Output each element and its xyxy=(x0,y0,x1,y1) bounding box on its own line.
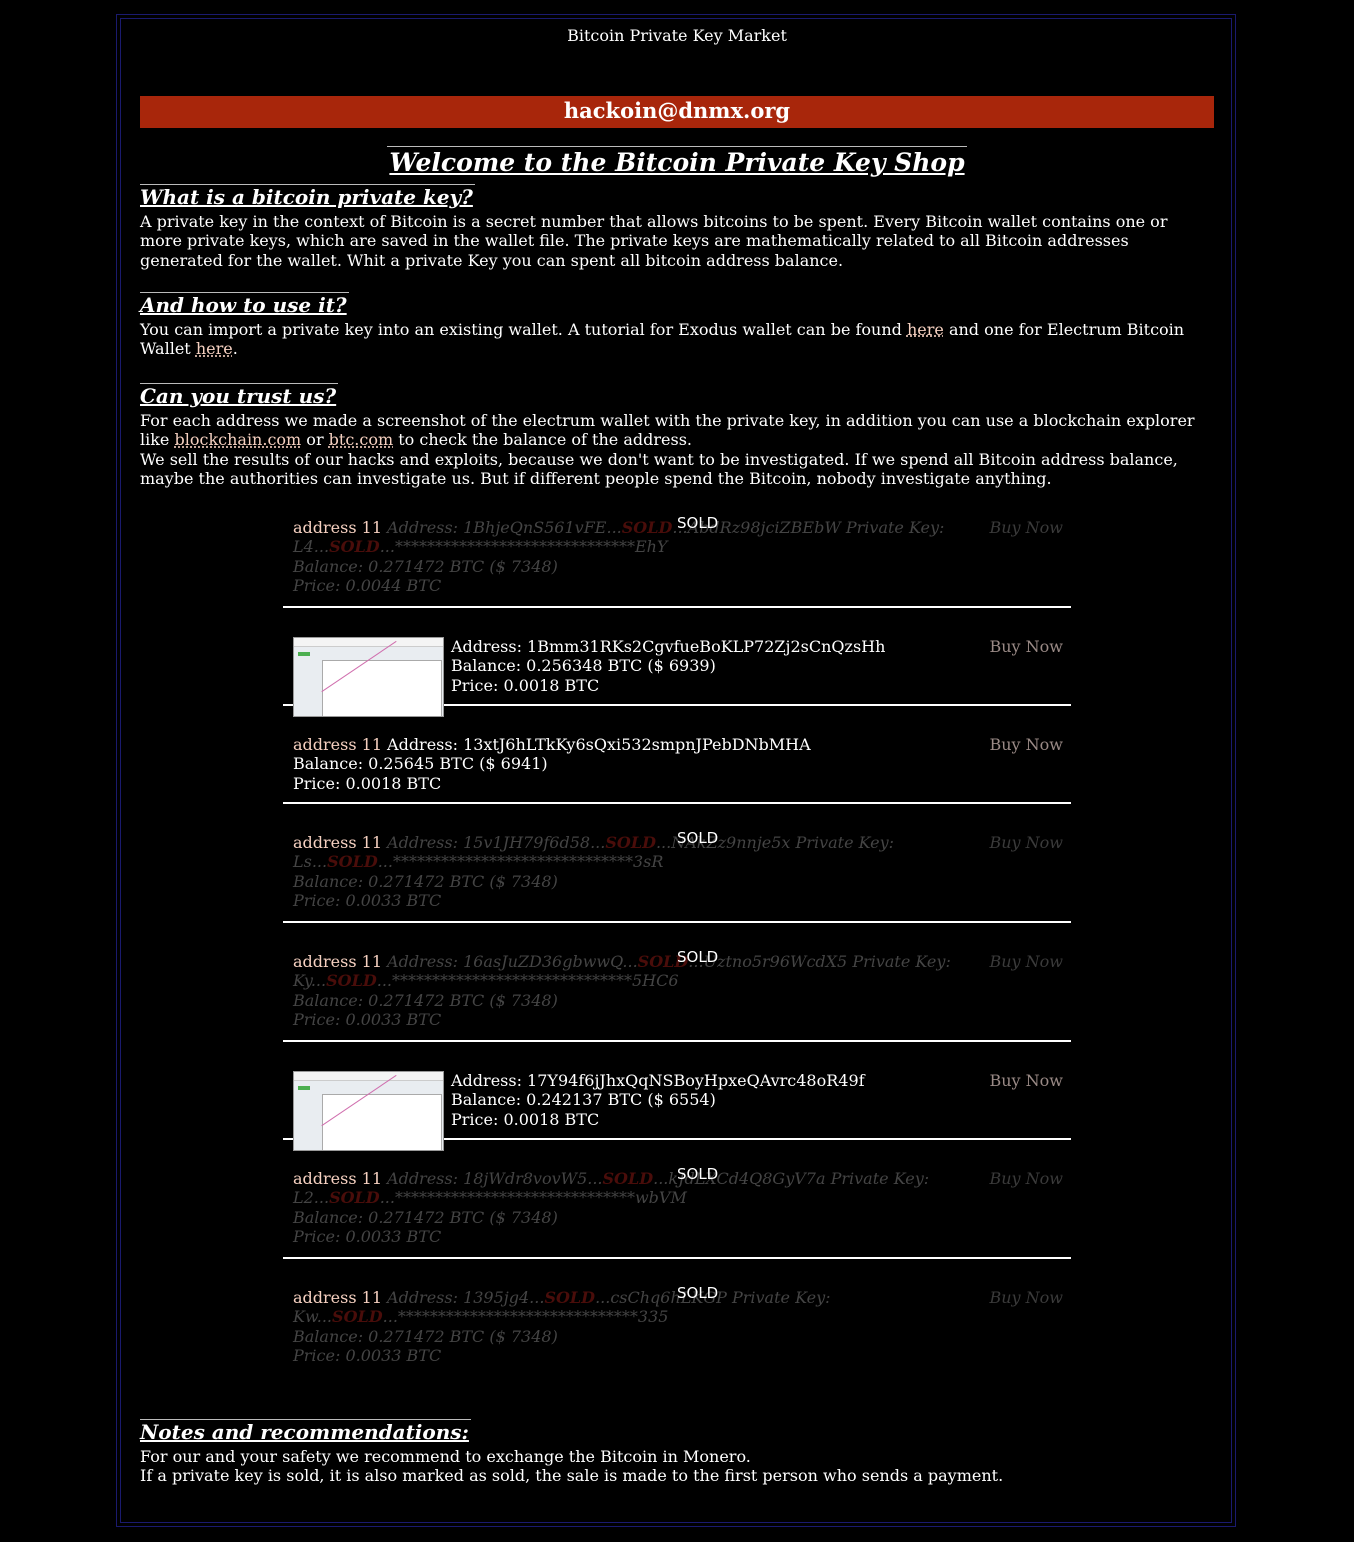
electrum-tutorial-link[interactable]: here xyxy=(196,339,233,358)
notes-heading: Notes and recommendations: xyxy=(140,1419,471,1444)
sold-badge: SOLD xyxy=(677,948,719,966)
buy-now-button[interactable]: Buy Now xyxy=(989,952,1063,971)
buy-now-button[interactable]: Buy Now xyxy=(989,637,1063,656)
list-item: Address: 1Bmm31RKs2CgvfueBoKLP72Zj2sCnQz… xyxy=(283,637,1071,717)
wallet-screenshot-thumbnail[interactable] xyxy=(293,637,444,717)
sold-badge: SOLD xyxy=(677,829,719,847)
what-heading: What is a bitcoin private key? xyxy=(140,184,475,209)
list-item: address 11 Address: 1395jg4...SOLD...csCh… xyxy=(283,1284,1071,1368)
trust-heading: Can you trust us? xyxy=(140,383,339,408)
masked-address: Address: 16asJuZD36gbwwQ...SOLD...Uztno5… xyxy=(293,952,951,1029)
masked-address: Address: 1BhjeQnS561vFE...SOLD...AbdRz98… xyxy=(293,518,945,595)
blockchain-link[interactable]: blockchain.com xyxy=(174,430,301,449)
address-label: address 11 xyxy=(293,952,383,971)
btc-link[interactable]: btc.com xyxy=(329,430,393,449)
email-banner: hackoin@dnmx.org xyxy=(140,96,1214,128)
key-details: Address: 1Bmm31RKs2CgvfueBoKLP72Zj2sCnQz… xyxy=(451,637,886,695)
address-label: address 11 xyxy=(293,833,383,852)
buy-now-button[interactable]: Buy Now xyxy=(989,1169,1063,1188)
how-heading: And how to use it? xyxy=(140,292,349,317)
buy-now-button[interactable]: Buy Now xyxy=(989,833,1063,852)
masked-address: Address: 15v1JH79f6d58...SOLD...NAkZz9nn… xyxy=(293,833,895,910)
list-item: address 11 Address: 15v1JH79f6d58...SOLD.… xyxy=(283,829,1071,923)
sold-badge: SOLD xyxy=(677,514,719,532)
masked-address: Address: 18jWdr8vovW5...SOLD...kJdLXCd4Q… xyxy=(293,1169,930,1246)
buy-now-button[interactable]: Buy Now xyxy=(989,518,1063,537)
address-label: address 11 xyxy=(293,1288,383,1307)
how-text: You can import a private key into an exi… xyxy=(140,320,1185,359)
notes-text: For our and your safety we recommend to … xyxy=(140,1447,1004,1486)
wallet-screenshot-thumbnail[interactable] xyxy=(293,1071,444,1151)
address-label: address 11 xyxy=(293,518,383,537)
buy-now-button[interactable]: Buy Now xyxy=(989,1288,1063,1307)
list-item: address 11 Address: 16asJuZD36gbwwQ...SOL… xyxy=(283,948,1071,1042)
list-item: Address: 17Y94f6jJhxQqNSBoyHpxeQAvrc48oR… xyxy=(283,1071,1071,1151)
what-text: A private key in the context of Bitcoin … xyxy=(140,212,1168,270)
buy-now-button[interactable]: Buy Now xyxy=(989,1071,1063,1090)
trust-text: For each address we made a screenshot of… xyxy=(140,411,1195,488)
sold-badge: SOLD xyxy=(677,1284,719,1302)
key-details: Address: 17Y94f6jJhxQqNSBoyHpxeQAvrc48oR… xyxy=(451,1071,865,1129)
list-item: address 11 Address: 1BhjeQnS561vFE...SOLD… xyxy=(283,514,1071,608)
welcome-heading: Welcome to the Bitcoin Private Key Shop xyxy=(387,146,967,177)
address-label: address 11 xyxy=(293,735,383,754)
sold-badge: SOLD xyxy=(677,1165,719,1183)
buy-now-button[interactable]: Buy Now xyxy=(989,735,1063,754)
list-item: address 11 Address: 18jWdr8vovW5...SOLD..… xyxy=(283,1165,1071,1259)
site-title: Bitcoin Private Key Market xyxy=(567,26,787,45)
exodus-tutorial-link[interactable]: here xyxy=(907,320,944,339)
address-label: address 11 xyxy=(293,1169,383,1188)
list-item: address 11 Address: 13xtJ6hLTkKy6sQxi532s… xyxy=(283,735,1071,804)
